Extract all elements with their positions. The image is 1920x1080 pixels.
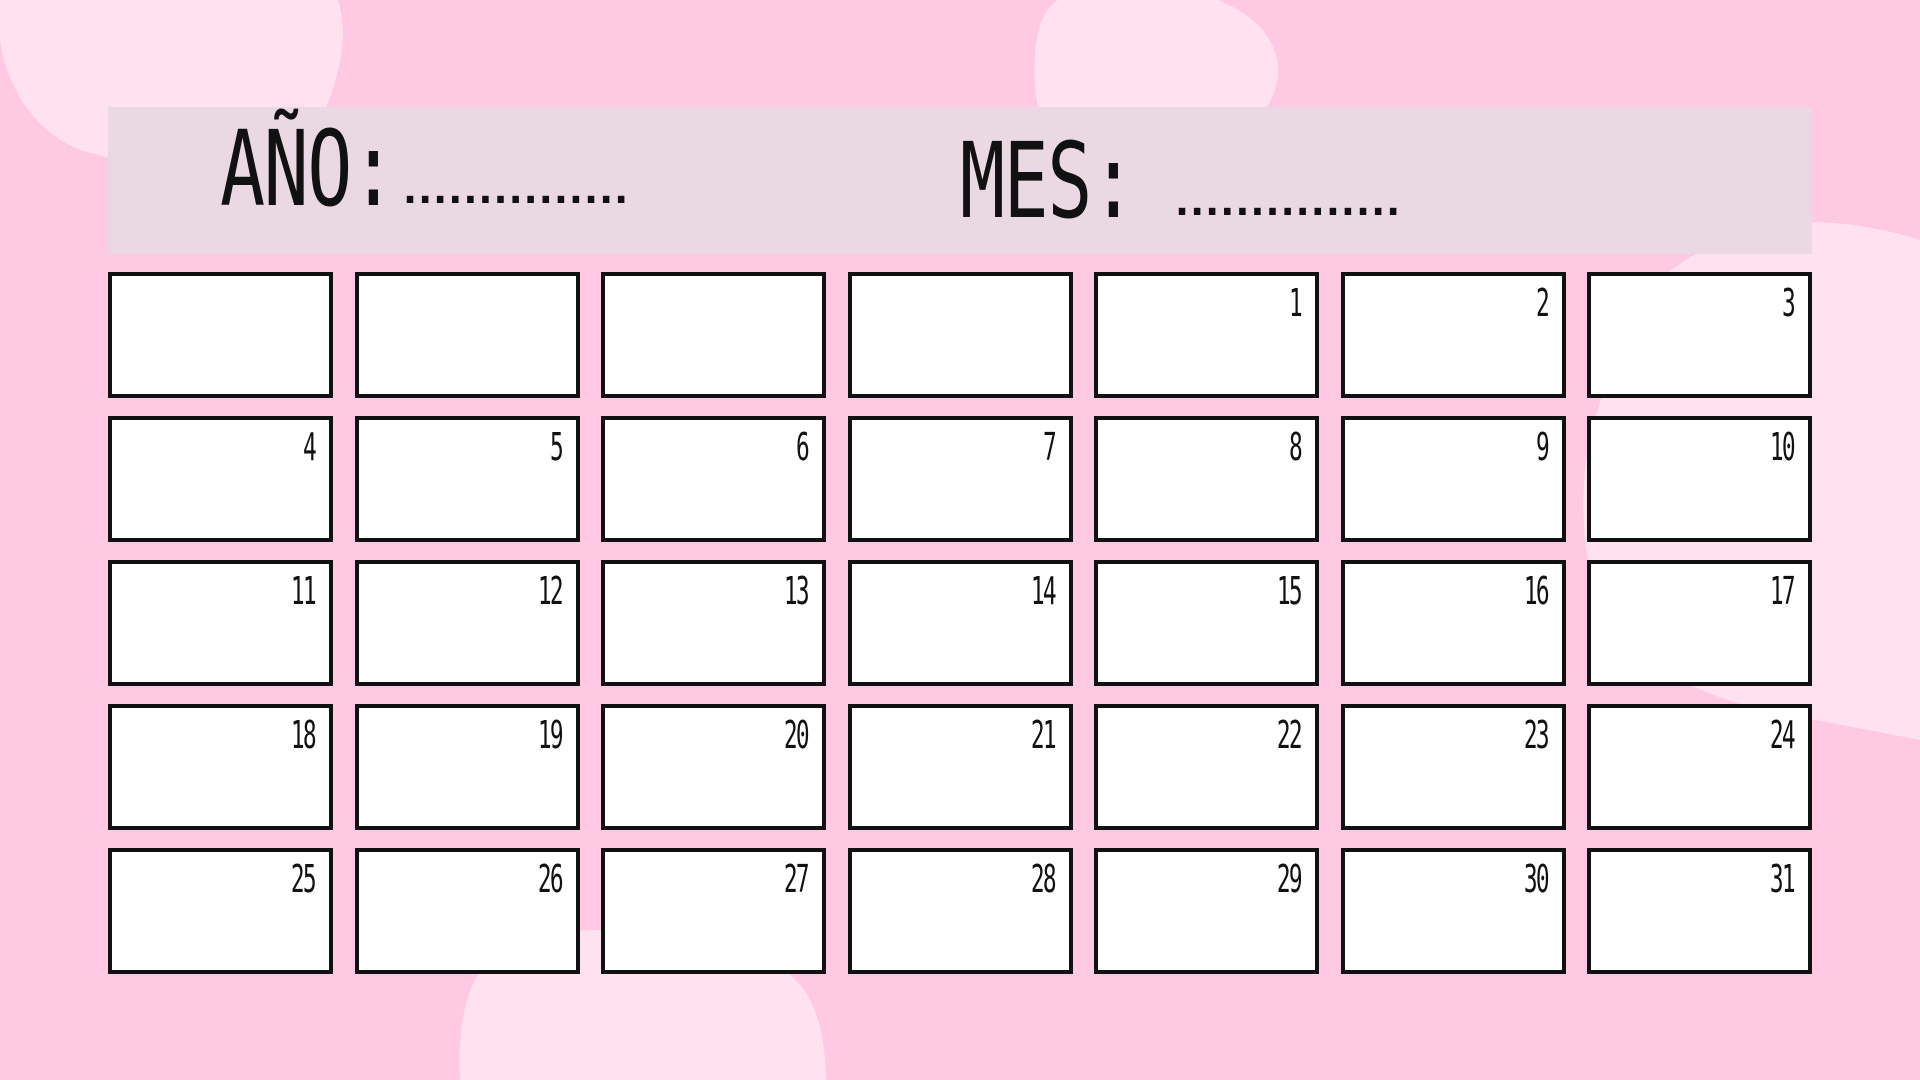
day-cell[interactable]: 31 xyxy=(1587,848,1812,974)
day-number: 9 xyxy=(1535,425,1550,469)
day-cell[interactable]: 30 xyxy=(1340,848,1566,974)
day-number: 2 xyxy=(1535,281,1550,325)
day-number: 24 xyxy=(1770,713,1796,757)
day-cell[interactable]: 21 xyxy=(847,704,1073,830)
day-number: 5 xyxy=(549,425,564,469)
day-number: 29 xyxy=(1277,857,1303,901)
month-label: MES: xyxy=(960,120,1136,242)
year-label: AÑO: xyxy=(220,108,396,230)
calendar-grid: 1 2 3 4 5 6 7 8 9 10 11 12 13 14 15 16 1… xyxy=(108,272,1812,974)
day-number: 4 xyxy=(303,425,317,469)
blob-top-center xyxy=(1034,0,1279,118)
day-cell[interactable]: 16 xyxy=(1340,560,1566,686)
day-cell[interactable]: 25 xyxy=(108,848,333,974)
day-number: 16 xyxy=(1523,569,1550,613)
day-cell[interactable]: 4 xyxy=(108,416,333,542)
day-cell[interactable]: 26 xyxy=(354,848,580,974)
month-input-line[interactable]: ............... xyxy=(1170,182,1405,222)
day-cell[interactable]: 10 xyxy=(1587,416,1812,542)
day-cell[interactable] xyxy=(108,272,333,398)
day-cell[interactable]: 27 xyxy=(601,848,826,974)
day-cell[interactable]: 6 xyxy=(601,416,826,542)
day-number: 30 xyxy=(1523,857,1550,901)
day-number: 18 xyxy=(291,713,317,757)
day-number: 11 xyxy=(291,569,317,613)
day-cell[interactable]: 5 xyxy=(354,416,580,542)
day-number: 21 xyxy=(1030,713,1057,757)
day-cell[interactable]: 11 xyxy=(108,560,333,686)
day-cell[interactable]: 13 xyxy=(601,560,826,686)
day-cell[interactable]: 17 xyxy=(1587,560,1812,686)
day-number: 15 xyxy=(1277,569,1303,613)
day-number: 22 xyxy=(1277,713,1303,757)
day-number: 19 xyxy=(537,713,564,757)
day-number: 20 xyxy=(784,713,810,757)
day-number: 12 xyxy=(537,569,564,613)
day-number: 31 xyxy=(1770,857,1796,901)
day-cell[interactable]: 24 xyxy=(1587,704,1812,830)
day-cell[interactable]: 12 xyxy=(354,560,580,686)
day-cell[interactable]: 7 xyxy=(847,416,1073,542)
day-number: 10 xyxy=(1770,425,1796,469)
day-cell[interactable] xyxy=(601,272,826,398)
day-number: 8 xyxy=(1289,425,1303,469)
day-number: 13 xyxy=(784,569,810,613)
day-cell[interactable]: 18 xyxy=(108,704,333,830)
day-number: 28 xyxy=(1030,857,1057,901)
day-number: 7 xyxy=(1042,425,1057,469)
day-cell[interactable]: 22 xyxy=(1094,704,1319,830)
day-cell[interactable]: 3 xyxy=(1587,272,1812,398)
day-cell[interactable]: 19 xyxy=(354,704,580,830)
day-number: 1 xyxy=(1289,281,1303,325)
day-number: 27 xyxy=(784,857,810,901)
day-cell[interactable]: 23 xyxy=(1340,704,1566,830)
day-cell[interactable]: 20 xyxy=(601,704,826,830)
day-number: 26 xyxy=(537,857,564,901)
day-cell[interactable]: 15 xyxy=(1094,560,1319,686)
day-cell[interactable] xyxy=(847,272,1073,398)
day-number: 3 xyxy=(1782,281,1796,325)
day-number: 25 xyxy=(291,857,317,901)
day-cell[interactable]: 1 xyxy=(1094,272,1319,398)
day-cell[interactable]: 28 xyxy=(847,848,1073,974)
day-cell[interactable]: 8 xyxy=(1094,416,1319,542)
day-cell[interactable]: 14 xyxy=(847,560,1073,686)
day-number: 17 xyxy=(1770,569,1796,613)
day-number: 14 xyxy=(1030,569,1057,613)
day-cell[interactable] xyxy=(354,272,580,398)
day-cell[interactable]: 9 xyxy=(1340,416,1566,542)
day-cell[interactable]: 2 xyxy=(1340,272,1566,398)
day-number: 6 xyxy=(796,425,810,469)
day-cell[interactable]: 29 xyxy=(1094,848,1319,974)
header-band: AÑO: ............... MES: ..............… xyxy=(108,107,1812,254)
year-input-line[interactable]: ............... xyxy=(398,170,633,210)
day-number: 23 xyxy=(1523,713,1550,757)
